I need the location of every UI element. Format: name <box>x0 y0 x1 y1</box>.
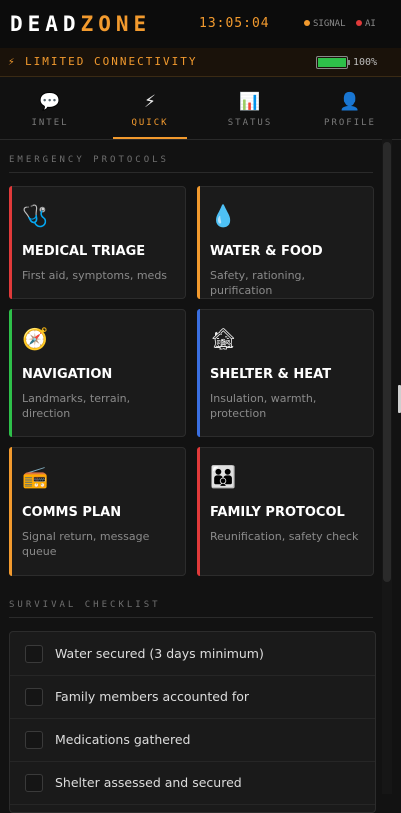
card-description: Safety, rationing, purification <box>210 269 306 297</box>
signal-dot-icon <box>304 19 310 26</box>
section-title-checklist: SURVIVAL CHECKLIST <box>9 600 161 610</box>
checkbox[interactable] <box>25 645 43 663</box>
card-accent <box>197 186 200 299</box>
card-accent <box>9 309 12 437</box>
tab-profile[interactable]: 👤 PROFILE <box>300 77 400 139</box>
card-water-food[interactable]: 💧 WATER & FOOD Safety, rationing, purifi… <box>197 186 374 299</box>
checklist-text: Water secured (3 days minimum) <box>55 646 264 661</box>
battery-fill <box>318 58 346 67</box>
checklist-text: Shelter assessed and secured <box>55 775 242 790</box>
tab-label: INTEL <box>31 118 69 128</box>
card-title: SHELTER & HEAT <box>210 367 332 382</box>
card-accent <box>9 186 12 299</box>
logo-zone: ZONE <box>80 12 152 36</box>
card-accent <box>197 309 200 437</box>
stethoscope-icon: 🩺 <box>22 204 49 228</box>
ai-indicator: AI <box>356 19 376 29</box>
signal-label: SIGNAL <box>313 19 346 29</box>
tab-intel[interactable]: 💬 INTEL <box>0 77 100 139</box>
checklist-text: Medications gathered <box>55 732 191 747</box>
chat-icon: 💬 <box>39 92 61 112</box>
card-description: First aid, symptoms, meds <box>22 269 168 282</box>
card-navigation[interactable]: 🧭 NAVIGATION Landmarks, terrain, directi… <box>9 309 186 437</box>
checkbox[interactable] <box>25 774 43 792</box>
tab-label: QUICK <box>131 118 169 128</box>
connectivity-banner: ⚡ LIMITED CONNECTIVITY 100% <box>0 48 401 77</box>
app-logo: DEADZONE <box>10 12 151 36</box>
radio-icon: 📻 <box>22 465 49 489</box>
section-title-protocols: EMERGENCY PROTOCOLS <box>9 155 169 165</box>
bolt-icon: ⚡ <box>144 92 156 112</box>
tab-bar: 💬 INTEL ⚡ QUICK 📊 STATUS 👤 PROFILE <box>0 77 401 140</box>
tab-status[interactable]: 📊 STATUS <box>200 77 300 139</box>
card-title: COMMS PLAN <box>22 505 122 520</box>
card-title: FAMILY PROTOCOL <box>210 505 345 520</box>
checklist-item[interactable]: Medications gathered <box>10 718 375 762</box>
signal-indicator: SIGNAL <box>304 19 346 29</box>
card-comms-plan[interactable]: 📻 COMMS PLAN Signal return, message queu… <box>9 447 186 576</box>
battery-percent: 100% <box>353 57 378 68</box>
connectivity-text: LIMITED CONNECTIVITY <box>25 55 198 68</box>
card-title: MEDICAL TRIAGE <box>22 244 146 259</box>
checkbox[interactable] <box>25 731 43 749</box>
card-title: NAVIGATION <box>22 367 113 382</box>
section-divider <box>9 617 373 618</box>
checkbox[interactable] <box>25 688 43 706</box>
scrollbar-thumb[interactable] <box>383 142 391 582</box>
profile-icon: 👤 <box>339 92 361 112</box>
section-divider <box>9 172 373 173</box>
card-description: Signal return, message queue <box>22 530 150 558</box>
card-accent <box>197 447 200 576</box>
card-medical-triage[interactable]: 🩺 MEDICAL TRIAGE First aid, symptoms, me… <box>9 186 186 299</box>
clock: 13:05:04 <box>199 16 270 31</box>
card-shelter-heat[interactable]: 🏚 SHELTER & HEAT Insulation, warmth, pro… <box>197 309 374 437</box>
card-accent <box>9 447 12 576</box>
tab-label: STATUS <box>227 118 273 128</box>
card-description: Insulation, warmth, protection <box>210 392 317 420</box>
card-title: WATER & FOOD <box>210 244 323 259</box>
card-description: Reunification, safety check <box>210 530 359 543</box>
app-header: DEADZONE 13:05:04 SIGNAL AI <box>0 0 401 49</box>
card-family-protocol[interactable]: 👪 FAMILY PROTOCOL Reunification, safety … <box>197 447 374 576</box>
compass-icon: 🧭 <box>22 327 49 351</box>
checklist-item[interactable]: Family members accounted for <box>10 675 375 719</box>
checklist-item[interactable]: Water secured (3 days minimum) <box>10 632 375 676</box>
survival-checklist: Water secured (3 days minimum) Family me… <box>9 631 376 813</box>
checklist-item[interactable]: Shelter assessed and secured <box>10 761 375 805</box>
battery-nub <box>348 60 350 65</box>
battery-icon <box>316 56 350 69</box>
chart-icon: 📊 <box>239 92 261 112</box>
water-drop-icon: 💧 <box>210 204 237 228</box>
logo-dead: DEAD <box>10 12 81 36</box>
ai-label: AI <box>365 19 376 29</box>
ai-dot-icon <box>356 19 362 26</box>
tab-label: PROFILE <box>324 118 376 128</box>
house-icon: 🏚 <box>210 327 237 351</box>
card-description: Landmarks, terrain, direction <box>22 392 131 420</box>
tab-quick[interactable]: ⚡ QUICK <box>100 77 200 139</box>
bolt-icon: ⚡ <box>8 55 15 68</box>
family-icon: 👪 <box>210 465 237 489</box>
checklist-text: Family members accounted for <box>55 689 250 704</box>
active-tab-indicator <box>113 137 187 139</box>
